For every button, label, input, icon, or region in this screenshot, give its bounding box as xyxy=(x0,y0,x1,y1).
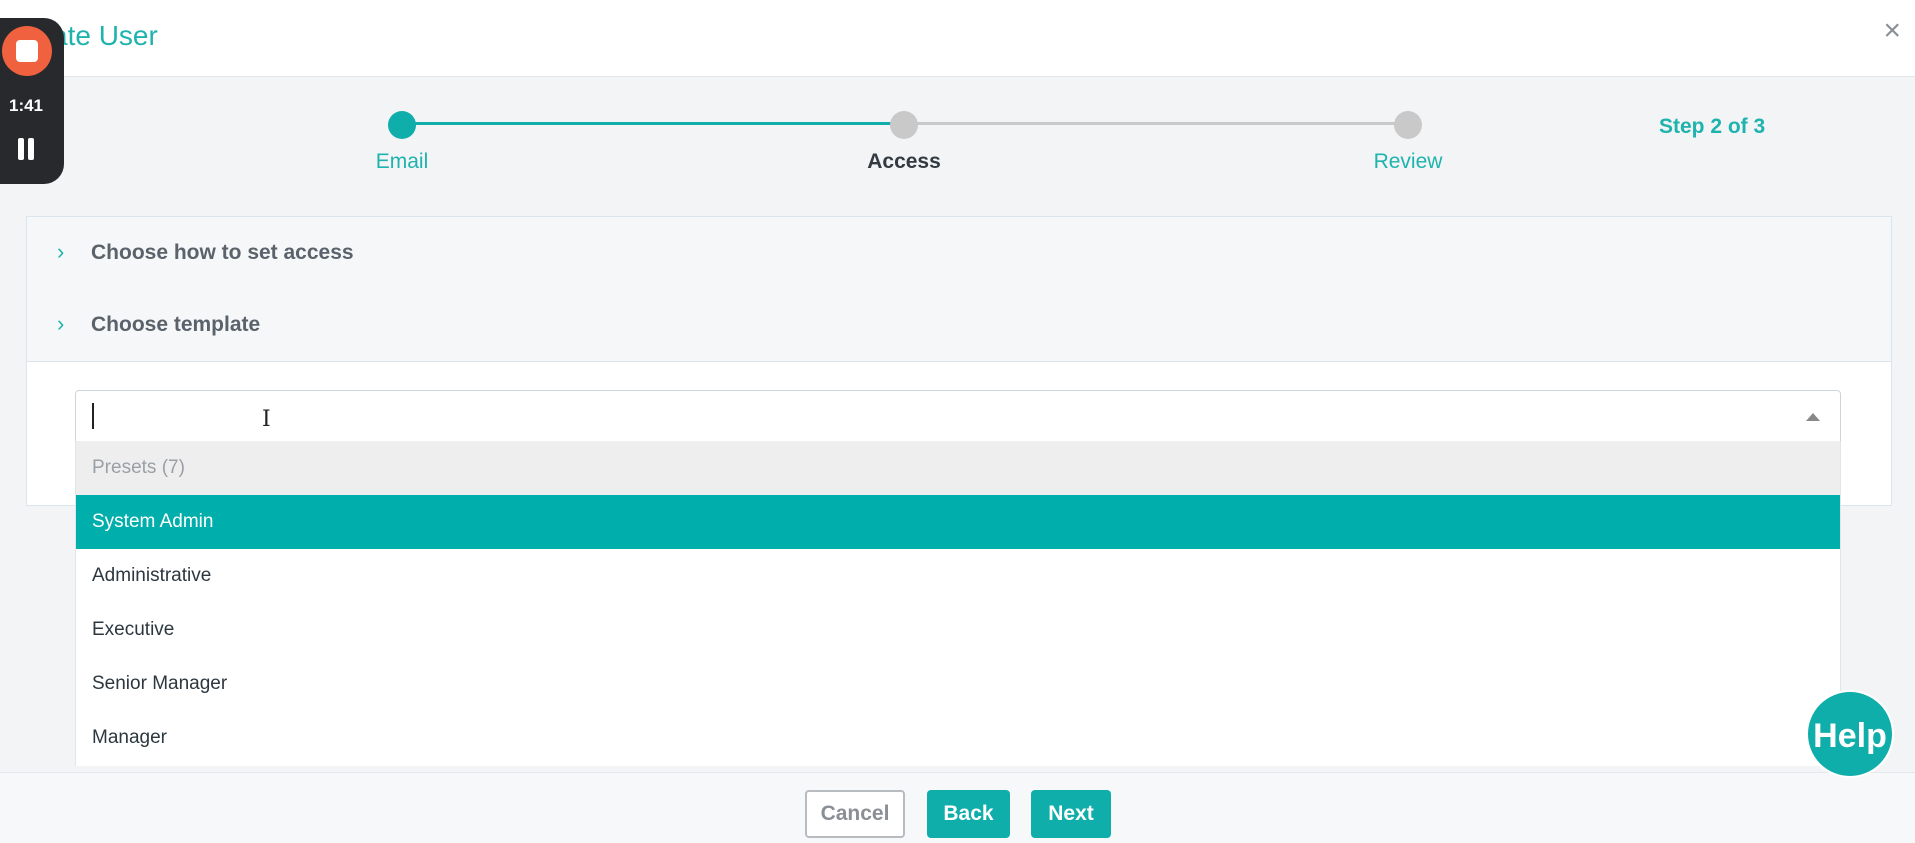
step-counter: Step 2 of 3 xyxy=(1659,115,1766,138)
screen-recorder-widget: 1:41 xyxy=(0,18,64,184)
step-dot-email xyxy=(388,111,416,139)
template-dropdown: Presets (7) System Admin Administrative … xyxy=(75,441,1841,766)
caret-up-icon[interactable] xyxy=(1806,413,1820,421)
cancel-button[interactable]: Cancel xyxy=(805,790,905,838)
accordion-set-access[interactable]: › Choose how to set access xyxy=(27,217,1891,290)
template-search-input[interactable]: I xyxy=(75,390,1841,442)
option-label: Executive xyxy=(92,619,175,640)
step-connector-1 xyxy=(402,122,904,125)
dialog-header: ate User × xyxy=(0,0,1915,77)
step-label-email: Email xyxy=(375,150,429,173)
option-manager[interactable]: Manager xyxy=(76,711,1840,765)
dialog-title: ate User xyxy=(52,20,158,51)
next-button[interactable]: Next xyxy=(1031,790,1111,838)
accordion-choose-template[interactable]: › Choose template xyxy=(27,289,1891,362)
progress-stepper: Email Access Review xyxy=(0,100,1915,180)
step-label-review: Review xyxy=(1373,150,1443,173)
stop-icon[interactable] xyxy=(2,26,52,76)
chevron-right-icon: › xyxy=(57,311,65,336)
option-label: Administrative xyxy=(92,565,212,586)
step-dot-access xyxy=(890,111,918,139)
chevron-right-icon: › xyxy=(57,239,65,264)
option-group-label: Presets (7) xyxy=(92,457,185,478)
option-group-header: Presets (7) xyxy=(76,441,1840,495)
dialog-footer: Cancel Back Next xyxy=(0,772,1915,843)
option-senior-manager[interactable]: Senior Manager xyxy=(76,657,1840,711)
accordion-label: Choose template xyxy=(91,313,261,336)
step-label-access: Access xyxy=(867,150,941,173)
text-cursor-icon: I xyxy=(262,407,271,432)
step-connector-2 xyxy=(904,122,1408,125)
option-executive[interactable]: Executive xyxy=(76,603,1840,657)
recording-time: 1:41 xyxy=(8,96,44,115)
back-button[interactable]: Back xyxy=(927,790,1010,838)
option-label: Senior Manager xyxy=(92,673,228,694)
close-icon[interactable]: × xyxy=(1883,16,1901,46)
help-button[interactable]: Help xyxy=(1806,690,1894,778)
pause-icon[interactable] xyxy=(16,138,36,160)
step-dot-review xyxy=(1394,111,1422,139)
option-label: System Admin xyxy=(92,511,214,532)
text-caret xyxy=(92,403,94,429)
option-label: Manager xyxy=(92,727,167,748)
option-system-admin[interactable]: System Admin xyxy=(76,495,1840,549)
accordion-label: Choose how to set access xyxy=(91,241,354,264)
option-administrative[interactable]: Administrative xyxy=(76,549,1840,603)
